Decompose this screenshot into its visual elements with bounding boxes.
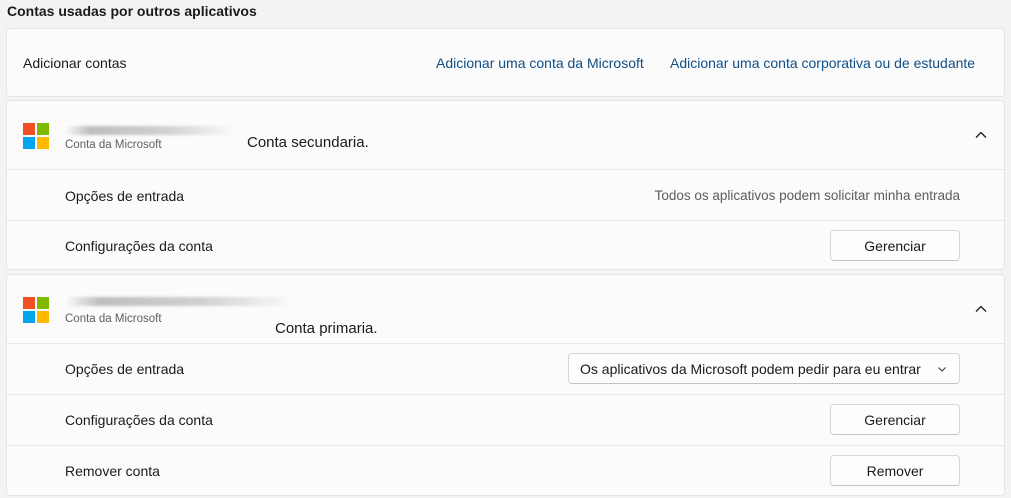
add-work-account-link[interactable]: Adicionar uma conta corporativa ou de es… [670,55,975,71]
divider [7,220,1004,221]
account-note: Conta secundaria. [247,134,369,151]
signin-options-dropdown[interactable]: Os aplicativos da Microsoft podem pedir … [568,353,960,384]
redacted-email [65,126,233,135]
divider [7,445,1004,446]
chevron-up-icon[interactable] [974,302,988,316]
add-accounts-label: Adicionar contas [23,55,127,71]
remove-button[interactable]: Remover [830,455,960,486]
microsoft-logo-icon [23,123,49,149]
signin-options-label: Opções de entrada [65,361,185,377]
account-note: Conta primaria. [275,320,378,337]
redacted-email [65,297,293,306]
account-card-secondary: Conta da Microsoft Conta secundaria. Opç… [6,100,1005,270]
account-type-label: Conta da Microsoft [65,313,162,325]
chevron-down-icon [938,367,946,372]
account-card-primary: Conta da Microsoft Conta primaria. Opçõe… [6,274,1005,496]
section-title: Contas usadas por outros aplicativos [7,3,257,19]
microsoft-logo-icon [23,297,49,323]
divider [7,169,1004,170]
signin-options-value: Todos os aplicativos podem solicitar min… [654,188,960,203]
manage-button[interactable]: Gerenciar [830,230,960,261]
signin-options-selected: Os aplicativos da Microsoft podem pedir … [580,360,921,377]
account-header[interactable]: Conta da Microsoft Conta primaria. [7,275,1004,343]
signin-options-label: Opções de entrada [65,188,185,204]
add-microsoft-account-link[interactable]: Adicionar uma conta da Microsoft [436,55,644,71]
chevron-up-icon[interactable] [974,128,988,142]
remove-account-label: Remover conta [65,463,160,479]
manage-button[interactable]: Gerenciar [830,404,960,435]
add-accounts-card: Adicionar contas Adicionar uma conta da … [6,28,1005,97]
account-header[interactable]: Conta da Microsoft Conta secundaria. [7,101,1004,169]
account-settings-label: Configurações da conta [65,412,213,428]
divider [7,394,1004,395]
account-type-label: Conta da Microsoft [65,139,162,151]
account-settings-label: Configurações da conta [65,238,213,254]
divider [7,343,1004,344]
